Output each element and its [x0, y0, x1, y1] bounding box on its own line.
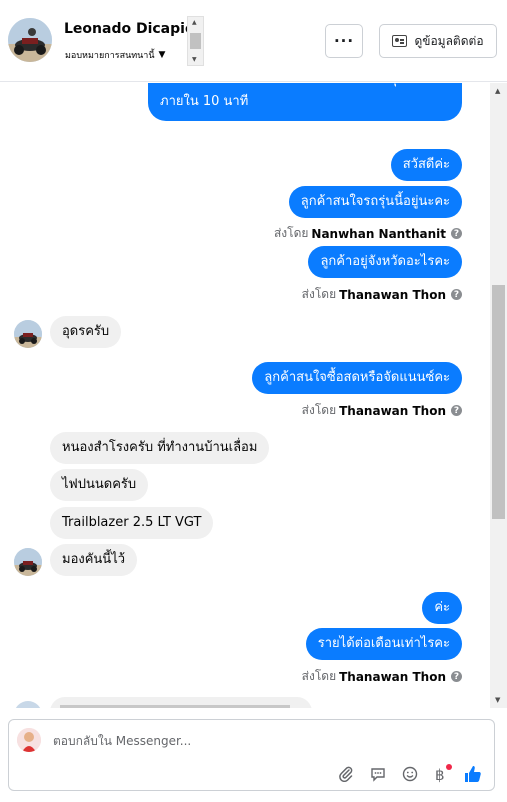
message-bubble-outgoing: ค่ะ — [422, 592, 462, 624]
sent-by-prefix: ส่งโดย — [301, 669, 337, 683]
header-scrollbar[interactable]: ▲ ▼ — [187, 16, 204, 66]
sender-name: Thanawan Thon — [339, 403, 446, 418]
more-icon: ··· — [333, 32, 355, 50]
view-contact-info-button[interactable]: ดูข้อมูลติดต่อ — [379, 24, 497, 58]
sent-by-label: ส่งโดย Thanawan Thon ? — [302, 667, 462, 686]
attach-icon[interactable] — [336, 764, 356, 784]
view-contact-info-label: ดูข้อมูลติดต่อ — [414, 33, 484, 48]
contact-avatar-small — [14, 320, 42, 348]
message-bubble-incoming-partial — [50, 697, 312, 708]
message-bubble-outgoing: ลูกค้าสนใจซื้อสดหรือจัดแนนซ์คะ — [252, 362, 462, 394]
contact-avatar[interactable] — [8, 18, 52, 62]
like-icon[interactable] — [463, 764, 483, 784]
scroll-thumb[interactable] — [492, 285, 505, 519]
agent-avatar — [17, 728, 41, 752]
message-bubble-outgoing: ลูกค้าอยู่จังหวัดอะไรคะ — [308, 246, 462, 278]
message-bubble-outgoing: รายได้ต่อเดือนเท่าไรคะ — [305, 628, 462, 660]
scroll-up-icon[interactable]: ▲ — [192, 19, 197, 26]
assign-label: มอบหมายการสนทนานี้ — [65, 51, 155, 61]
message-bubble-outgoing: โทรติดต่อไว้ได้เลย พนักงานจะติดต่อกลับคุ… — [148, 83, 462, 121]
contact-avatar-small — [14, 701, 42, 708]
more-options-button[interactable]: ··· — [325, 24, 363, 58]
contact-name[interactable]: Leonado Dicapio — [64, 21, 195, 37]
saved-replies-icon[interactable] — [368, 764, 388, 784]
scroll-down-icon[interactable]: ▼ — [192, 56, 197, 63]
info-icon[interactable]: ? — [451, 228, 462, 239]
sent-by-prefix: ส่งโดย — [301, 403, 337, 417]
message-text: ภายใน 10 นาที — [160, 94, 249, 109]
message-text: โทรติดต่อไว้ได้เลย พนักงานจะติดต่อกลับคุ… — [160, 83, 450, 91]
message-bubble-incoming: อุดรครับ — [50, 316, 122, 348]
message-bubble-outgoing: สวัสดีค่ะ — [390, 149, 462, 181]
message-composer: ฿ — [8, 719, 495, 791]
message-bubble-incoming: ไฟปนนดครับ — [50, 469, 149, 501]
thread-scrollbar[interactable]: ▲ ▼ — [490, 83, 507, 708]
assign-conversation-dropdown[interactable]: มอบหมายการสนทนานี้ ▼ — [65, 48, 165, 62]
caret-down-icon: ▼ — [158, 50, 166, 60]
scroll-down-icon[interactable]: ▼ — [495, 696, 500, 704]
message-thread[interactable]: โทรติดต่อไว้ได้เลย พนักงานจะติดต่อกลับคุ… — [0, 83, 490, 708]
message-bubble-incoming: Trailblazer 2.5 LT VGT — [50, 507, 214, 539]
svg-text:฿: ฿ — [435, 766, 445, 784]
sender-name: Nanwhan Nanthanit — [311, 226, 446, 241]
attachment-preview-bar — [60, 705, 290, 708]
sent-by-label: ส่งโดย Thanawan Thon ? — [302, 285, 462, 304]
sender-name: Thanawan Thon — [339, 669, 446, 684]
scroll-thumb[interactable] — [190, 33, 201, 49]
scroll-up-icon[interactable]: ▲ — [495, 87, 500, 95]
contact-avatar-small — [14, 548, 42, 576]
sent-by-label: ส่งโดย Thanawan Thon ? — [302, 401, 462, 420]
message-bubble-incoming: มองคันนี้ไว้ — [50, 544, 138, 576]
sent-by-label: ส่งโดย Nanwhan Nanthanit ? — [274, 224, 462, 243]
info-icon[interactable]: ? — [451, 671, 462, 682]
message-bubble-outgoing: ลูกค้าสนใจรถรุ่นนี้อยู่นะคะ — [288, 186, 462, 218]
payment-icon[interactable]: ฿ — [432, 764, 452, 784]
reply-input[interactable] — [53, 730, 473, 752]
message-bubble-incoming: หนองสำโรงครับ ที่ทำงานบ้านเลื่อม — [50, 432, 270, 464]
conversation-header: Leonado Dicapio มอบหมายการสนทนานี้ ▼ ▲ ▼… — [0, 0, 507, 82]
sent-by-prefix: ส่งโดย — [301, 287, 337, 301]
info-icon[interactable]: ? — [451, 289, 462, 300]
sender-name: Thanawan Thon — [339, 287, 446, 302]
sent-by-prefix: ส่งโดย — [273, 226, 309, 240]
info-icon[interactable]: ? — [451, 405, 462, 416]
emoji-icon[interactable] — [400, 764, 420, 784]
contact-card-icon — [392, 35, 408, 47]
